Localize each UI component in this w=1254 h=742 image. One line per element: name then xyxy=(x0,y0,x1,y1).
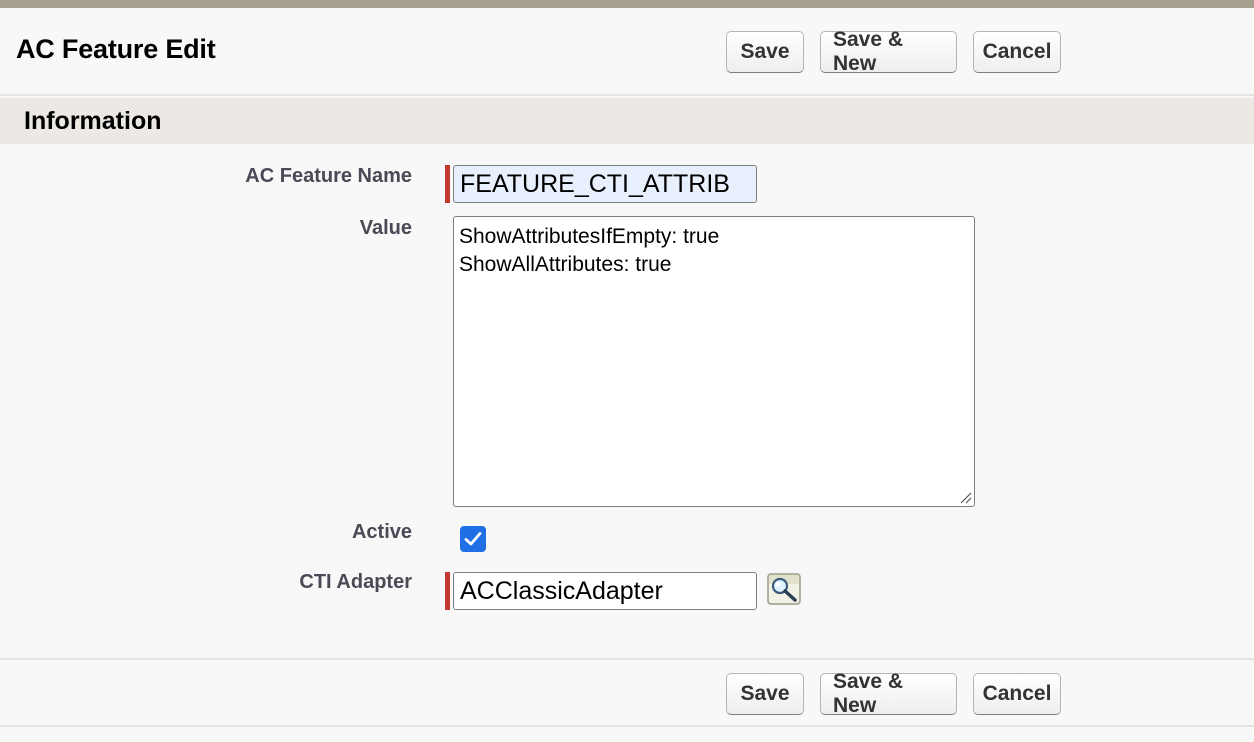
divider xyxy=(0,658,1254,660)
checkmark-icon xyxy=(464,532,482,546)
top-accent-rule xyxy=(0,0,1254,8)
section-header: Information xyxy=(0,98,1254,144)
section-title: Information xyxy=(24,107,162,135)
bottom-button-row: Save Save & New Cancel xyxy=(726,670,1061,717)
active-label: Active xyxy=(351,521,412,543)
cancel-button[interactable]: Cancel xyxy=(973,31,1061,73)
value-line: ShowAllAttributes: true xyxy=(459,253,672,276)
divider xyxy=(0,725,1254,727)
save-button[interactable]: Save xyxy=(726,673,804,715)
cti-adapter-label: CTI Adapter xyxy=(299,571,412,593)
lookup-magnifier-icon[interactable] xyxy=(766,572,802,606)
feature-name-label: AC Feature Name xyxy=(245,165,412,187)
save-and-new-button[interactable]: Save & New xyxy=(820,670,957,717)
value-line: ShowAttributesIfEmpty: true xyxy=(459,225,720,248)
top-button-row: Save Save & New Cancel xyxy=(726,28,1061,75)
page-title: AC Feature Edit xyxy=(16,34,216,64)
divider xyxy=(0,94,1254,96)
value-textarea[interactable]: ShowAttributesIfEmpty: true ShowAllAttri… xyxy=(453,216,975,507)
active-checkbox[interactable] xyxy=(460,526,486,552)
save-button[interactable]: Save xyxy=(726,31,804,73)
edit-page: AC Feature Edit Save Save & New Cancel I… xyxy=(0,0,1254,742)
resize-grip-icon[interactable] xyxy=(958,490,972,504)
save-and-new-button[interactable]: Save & New xyxy=(820,28,957,75)
required-marker xyxy=(445,165,450,203)
cti-adapter-input[interactable] xyxy=(453,572,757,610)
required-marker xyxy=(445,572,450,610)
value-label: Value xyxy=(359,217,412,239)
cancel-button[interactable]: Cancel xyxy=(973,673,1061,715)
feature-name-input[interactable] xyxy=(453,165,757,203)
